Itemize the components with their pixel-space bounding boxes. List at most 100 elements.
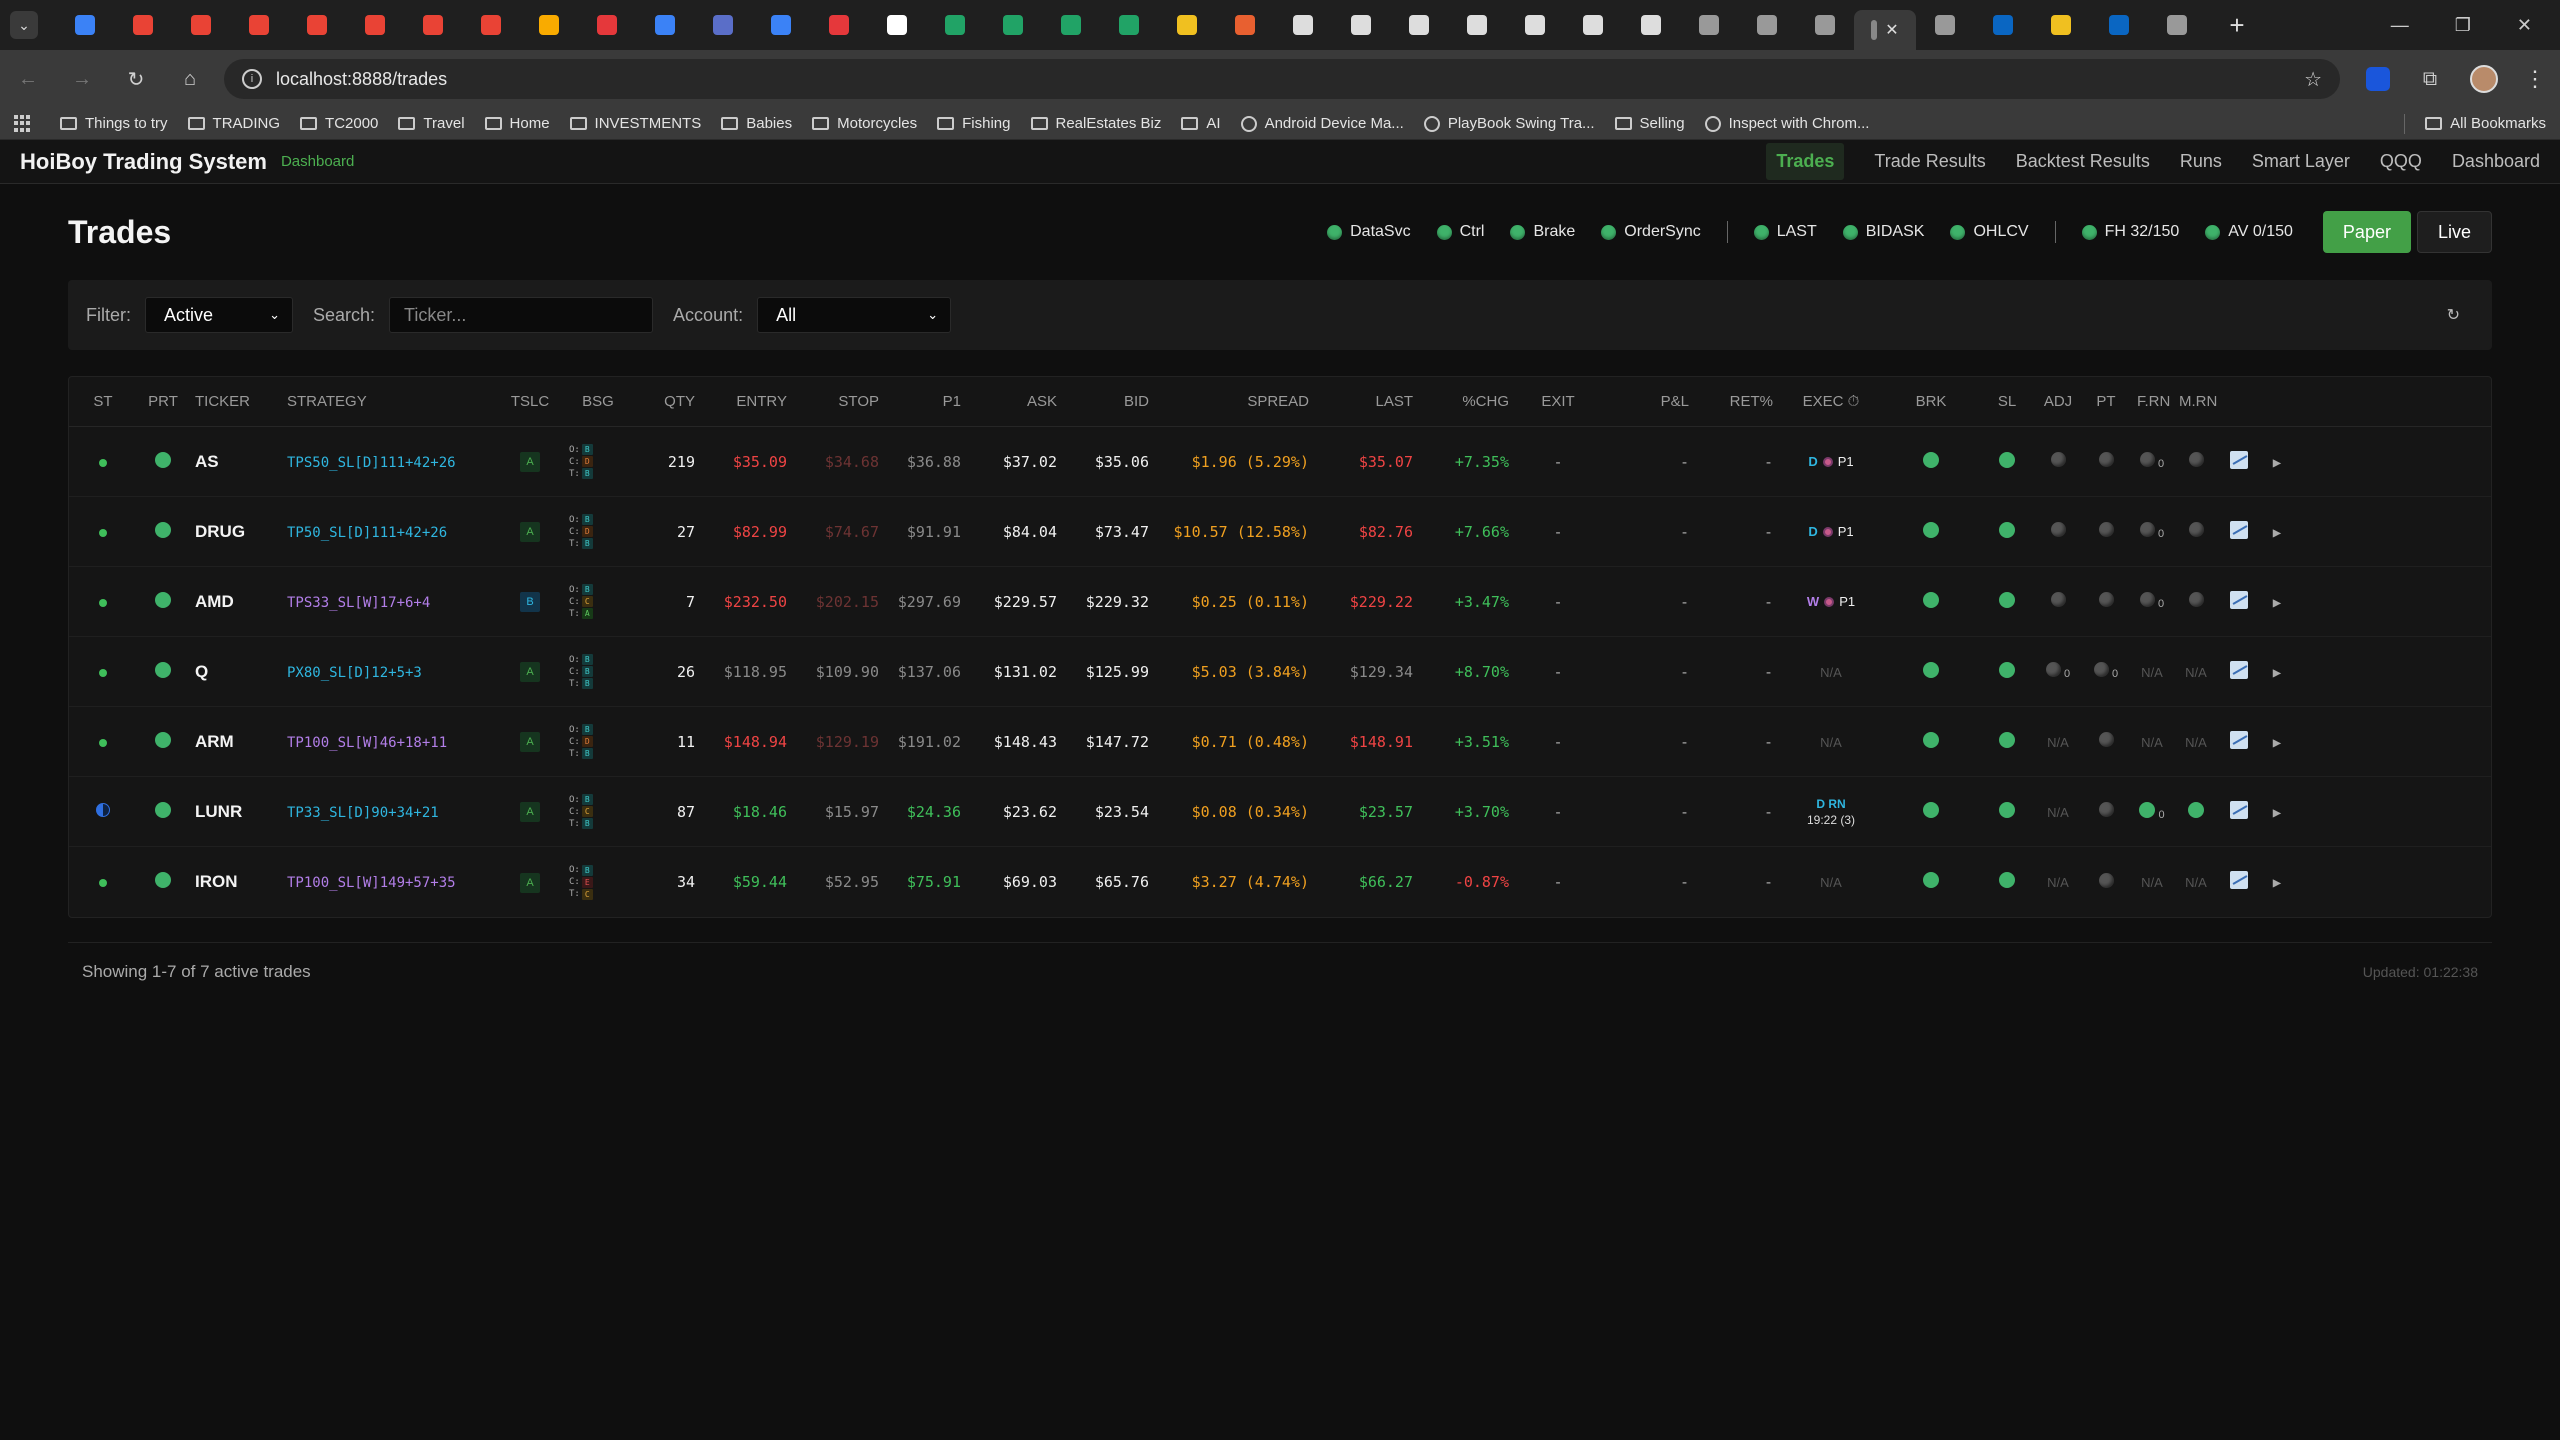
browser-tab[interactable]: [752, 8, 810, 42]
strategy-cell[interactable]: PX80_SL[D]12+5+3: [281, 663, 497, 681]
nav-item-qqq[interactable]: QQQ: [2380, 151, 2422, 172]
table-row[interactable]: IRON TP100_SL[W]149+57+35 A O: B C: E T: C 34 $59.…: [69, 847, 2491, 917]
play-icon[interactable]: ▶: [2273, 875, 2281, 891]
table-row[interactable]: LUNR TP33_SL[D]90+34+21 A O: B C: C T: B 87 $18.46…: [69, 777, 2491, 847]
chart-icon[interactable]: [2230, 450, 2248, 469]
browser-tab[interactable]: [1680, 8, 1738, 42]
close-window-icon[interactable]: ✕: [2517, 15, 2532, 36]
extensions-icon[interactable]: ⧉: [2416, 68, 2444, 91]
browser-tab[interactable]: [1738, 8, 1796, 42]
bookmark-item[interactable]: Fishing: [937, 115, 1011, 132]
browser-tab[interactable]: [288, 8, 346, 42]
bookmark-item[interactable]: INVESTMENTS: [569, 115, 701, 132]
play-icon[interactable]: ▶: [2273, 805, 2281, 821]
browser-tab-active[interactable]: ✕: [1854, 10, 1916, 50]
bookmark-item[interactable]: RealEstates Biz: [1030, 115, 1161, 132]
bookmark-item[interactable]: Home: [484, 115, 550, 132]
browser-tab[interactable]: [230, 8, 288, 42]
browser-tab[interactable]: [2032, 8, 2090, 42]
browser-tab[interactable]: [984, 8, 1042, 42]
app-subtitle-link[interactable]: Dashboard: [281, 153, 354, 170]
live-mode-button[interactable]: Live: [2416, 211, 2492, 253]
account-select[interactable]: All ⌄: [757, 297, 952, 333]
play-icon[interactable]: ▶: [2273, 665, 2281, 681]
nav-item-trades[interactable]: Trades: [1766, 143, 1845, 180]
browser-tab[interactable]: [1974, 8, 2032, 42]
strategy-cell[interactable]: TPS50_SL[D]111+42+26: [281, 453, 497, 471]
refresh-icon[interactable]: ↻: [2447, 305, 2474, 325]
strategy-cell[interactable]: TPS33_SL[W]17+6+4: [281, 593, 497, 611]
play-icon[interactable]: ▶: [2273, 595, 2281, 611]
browser-tab[interactable]: [2090, 8, 2148, 42]
browser-tab[interactable]: [1158, 8, 1216, 42]
browser-tab[interactable]: [1216, 8, 1274, 42]
strategy-link[interactable]: TPS33_SL[W]17+6+4: [287, 595, 430, 611]
strategy-link[interactable]: TP33_SL[D]90+34+21: [287, 805, 439, 821]
filter-select[interactable]: Active ⌄: [145, 297, 293, 333]
browser-tab[interactable]: [1100, 8, 1158, 42]
browser-tab[interactable]: [520, 8, 578, 42]
browser-tab[interactable]: [578, 8, 636, 42]
bookmark-item[interactable]: TRADING: [187, 115, 280, 132]
restore-icon[interactable]: ❐: [2455, 15, 2471, 36]
chart-icon[interactable]: [2230, 590, 2248, 609]
browser-tab[interactable]: [926, 8, 984, 42]
bookmark-star-icon[interactable]: ☆: [2304, 67, 2322, 92]
chart-icon[interactable]: [2230, 871, 2248, 889]
forward-icon[interactable]: →: [68, 68, 96, 91]
browser-tab[interactable]: [56, 8, 114, 42]
bookmark-item[interactable]: Babies: [721, 115, 792, 132]
browser-tab[interactable]: [172, 8, 230, 42]
table-row[interactable]: DRUG TP50_SL[D]111+42+26 A O: B C: D T: B 27 $82.9…: [69, 497, 2491, 567]
bookmark-item[interactable]: Motorcycles: [812, 115, 917, 132]
strategy-link[interactable]: TPS50_SL[D]111+42+26: [287, 455, 456, 471]
strategy-link[interactable]: TP100_SL[W]46+18+11: [287, 735, 447, 751]
strategy-cell[interactable]: TP33_SL[D]90+34+21: [281, 803, 497, 821]
browser-tab[interactable]: [1390, 8, 1448, 42]
browser-tab[interactable]: [1506, 8, 1564, 42]
browser-tab[interactable]: [868, 8, 926, 42]
strategy-link[interactable]: TP50_SL[D]111+42+26: [287, 525, 447, 541]
browser-tab[interactable]: [404, 8, 462, 42]
chart-icon[interactable]: [2230, 520, 2248, 539]
browser-tab[interactable]: [636, 8, 694, 42]
browser-tab[interactable]: [810, 8, 868, 42]
bookmark-item[interactable]: Android Device Ma...: [1240, 115, 1404, 132]
chart-icon[interactable]: [2230, 660, 2248, 679]
browser-tab[interactable]: [1332, 8, 1390, 42]
address-bar[interactable]: i localhost:8888/trades ☆: [224, 59, 2340, 99]
back-icon[interactable]: ←: [14, 68, 42, 91]
home-icon[interactable]: ⌂: [176, 68, 204, 91]
browser-tab[interactable]: [114, 8, 172, 42]
all-bookmarks-button[interactable]: All Bookmarks: [2425, 115, 2546, 132]
site-info-icon[interactable]: i: [242, 69, 262, 89]
browser-tab[interactable]: [1622, 8, 1680, 42]
chart-icon[interactable]: [2230, 800, 2248, 819]
table-row[interactable]: AS TPS50_SL[D]111+42+26 A O: B C: D T: B 219 $35.0…: [69, 427, 2491, 497]
nav-item-smart-layer[interactable]: Smart Layer: [2252, 151, 2350, 172]
bitwarden-extension-icon[interactable]: [2366, 67, 2390, 91]
bookmark-item[interactable]: Things to try: [60, 115, 168, 132]
new-tab-button[interactable]: +: [2220, 8, 2254, 42]
browser-tab[interactable]: [462, 8, 520, 42]
bookmark-item[interactable]: TC2000: [300, 115, 378, 132]
bookmark-item[interactable]: AI: [1181, 115, 1221, 132]
nav-item-backtest-results[interactable]: Backtest Results: [2016, 151, 2150, 172]
strategy-link[interactable]: PX80_SL[D]12+5+3: [287, 665, 422, 681]
nav-item-runs[interactable]: Runs: [2180, 151, 2222, 172]
browser-tab[interactable]: [1274, 8, 1332, 42]
paper-mode-button[interactable]: Paper: [2322, 211, 2411, 253]
nav-item-trade-results[interactable]: Trade Results: [1874, 151, 1985, 172]
browser-tab[interactable]: [2148, 8, 2206, 42]
ticker-search-input[interactable]: Ticker...: [389, 297, 654, 333]
play-icon[interactable]: ▶: [2273, 525, 2281, 541]
browser-tab[interactable]: [1564, 8, 1622, 42]
browser-tab[interactable]: [1796, 8, 1854, 42]
tab-search-icon[interactable]: ⌄: [10, 11, 38, 39]
bookmark-item[interactable]: PlayBook Swing Tra...: [1423, 115, 1595, 132]
profile-avatar[interactable]: [2470, 65, 2498, 93]
browser-tab[interactable]: [346, 8, 404, 42]
reload-icon[interactable]: ↻: [122, 67, 150, 92]
table-row[interactable]: AMD TPS33_SL[W]17+6+4 B O: B C: C T: A 7 $232.50 $2…: [69, 567, 2491, 637]
browser-tab[interactable]: [694, 8, 752, 42]
